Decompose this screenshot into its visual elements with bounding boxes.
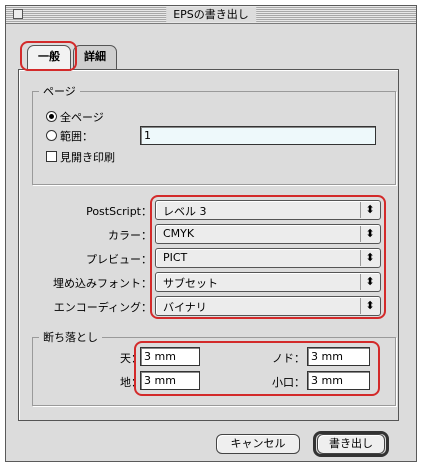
- postscript-value: レベル 3: [163, 205, 207, 218]
- updown-arrows-icon: ⬍: [360, 250, 379, 266]
- range-input[interactable]: 1: [140, 126, 376, 145]
- all-pages-radio[interactable]: [46, 111, 57, 122]
- updown-arrows-icon: ⬍: [360, 202, 379, 218]
- updown-arrows-icon: ⬍: [360, 226, 379, 242]
- encoding-label: エンコーディング：: [53, 301, 152, 314]
- embed-fonts-label: 埋め込みフォント：: [53, 277, 152, 290]
- bleed-group-label: 断ち落とし: [43, 331, 98, 344]
- range-radio[interactable]: [46, 130, 57, 141]
- tab-highlight: [20, 41, 77, 71]
- close-box-icon[interactable]: [13, 9, 23, 19]
- tab-details[interactable]: 詳細: [73, 45, 117, 69]
- cancel-button[interactable]: キャンセル: [216, 434, 300, 454]
- spreads-label: 見開き印刷: [60, 151, 115, 164]
- range-label: 範囲：: [60, 130, 93, 143]
- encoding-value: バイナリ: [163, 301, 207, 314]
- preview-select[interactable]: PICT ⬍: [155, 248, 381, 268]
- postscript-label: PostScript：: [86, 205, 152, 218]
- title-bar[interactable]: EPSの書き出し: [6, 6, 416, 24]
- preview-value: PICT: [163, 251, 188, 264]
- gutter-input[interactable]: 3 mm: [307, 347, 370, 366]
- fore-edge-input[interactable]: 3 mm: [307, 371, 370, 390]
- updown-arrows-icon: ⬍: [360, 274, 379, 290]
- preview-label: プレビュー：: [86, 253, 152, 266]
- window-title: EPSの書き出し: [166, 7, 256, 22]
- color-select[interactable]: CMYK ⬍: [155, 224, 381, 244]
- embed-fonts-value: サブセット: [163, 277, 218, 290]
- pages-group-label: ページ: [43, 85, 76, 98]
- all-pages-label: 全ページ: [60, 111, 104, 124]
- bottom-bleed-input[interactable]: 3 mm: [140, 371, 200, 390]
- top-bleed-label: 天：: [120, 352, 142, 365]
- fore-edge-label: 小口：: [272, 376, 305, 389]
- encoding-select[interactable]: バイナリ ⬍: [155, 296, 381, 316]
- bleed-group: 断ち落とし: [32, 329, 396, 406]
- bottom-bleed-label: 地：: [120, 376, 142, 389]
- export-button[interactable]: 書き出し: [317, 434, 385, 454]
- spreads-checkbox[interactable]: [46, 151, 57, 162]
- color-value: CMYK: [163, 227, 195, 240]
- color-label: カラー：: [108, 229, 152, 242]
- updown-arrows-icon: ⬍: [360, 298, 379, 314]
- embed-fonts-select[interactable]: サブセット ⬍: [155, 272, 381, 292]
- top-bleed-input[interactable]: 3 mm: [140, 347, 200, 366]
- gutter-label: ノド：: [272, 352, 305, 365]
- postscript-select[interactable]: レベル 3 ⬍: [155, 200, 381, 220]
